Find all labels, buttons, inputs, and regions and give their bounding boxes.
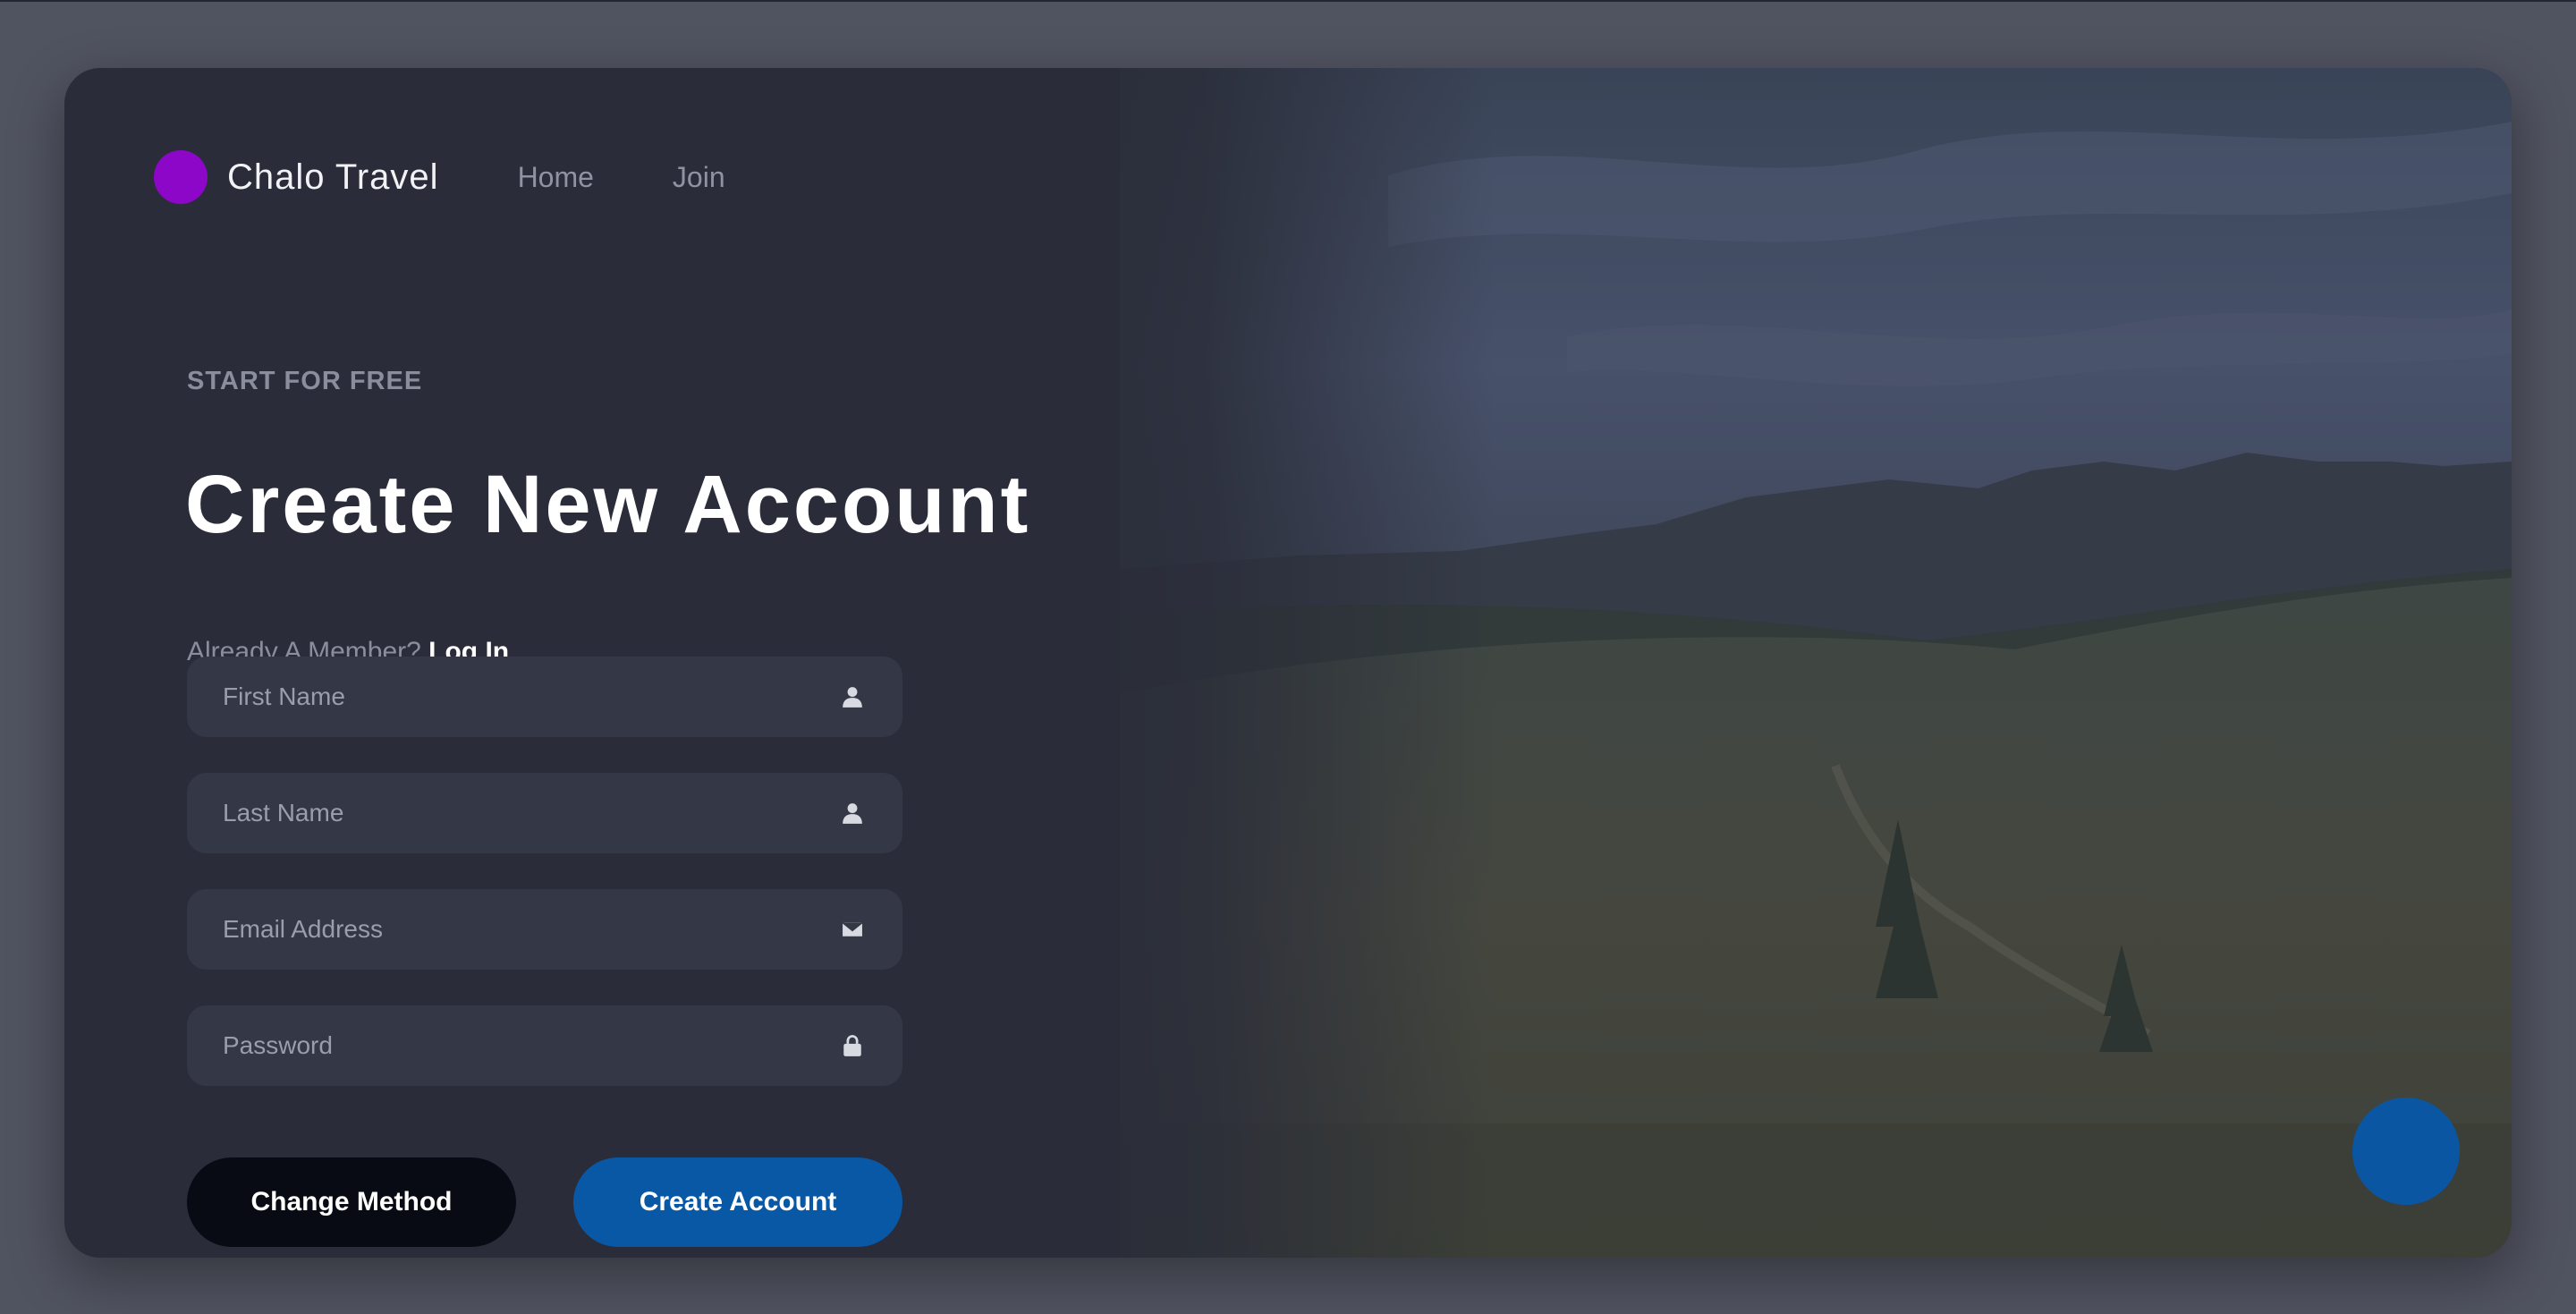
page-title: Create New Account (185, 459, 1031, 550)
signup-card: Chalo Travel Home Join START FOR FREE Cr… (64, 68, 2512, 1258)
first-name-field[interactable] (187, 657, 902, 737)
first-name-input[interactable] (187, 657, 838, 737)
email-input[interactable] (187, 889, 838, 970)
image-fade-overlay (1048, 68, 1496, 1258)
brand-logo-icon[interactable] (154, 150, 208, 204)
user-icon (838, 799, 867, 827)
last-name-input[interactable] (187, 773, 838, 853)
last-name-field[interactable] (187, 773, 902, 853)
create-account-button[interactable]: Create Account (573, 1157, 902, 1247)
top-navigation: Chalo Travel Home Join (154, 148, 804, 206)
user-icon (838, 682, 867, 711)
floating-action-button[interactable] (2352, 1098, 2460, 1205)
nav-link-home[interactable]: Home (518, 161, 594, 194)
change-method-button[interactable]: Change Method (187, 1157, 516, 1247)
lock-icon (838, 1031, 867, 1060)
top-border (0, 0, 2576, 2)
password-input[interactable] (187, 1005, 838, 1086)
email-field[interactable] (187, 889, 902, 970)
brand-name[interactable]: Chalo Travel (227, 157, 439, 198)
eyebrow-label: START FOR FREE (187, 367, 423, 395)
nav-link-join[interactable]: Join (673, 161, 725, 194)
envelope-icon (838, 915, 867, 944)
password-field[interactable] (187, 1005, 902, 1086)
